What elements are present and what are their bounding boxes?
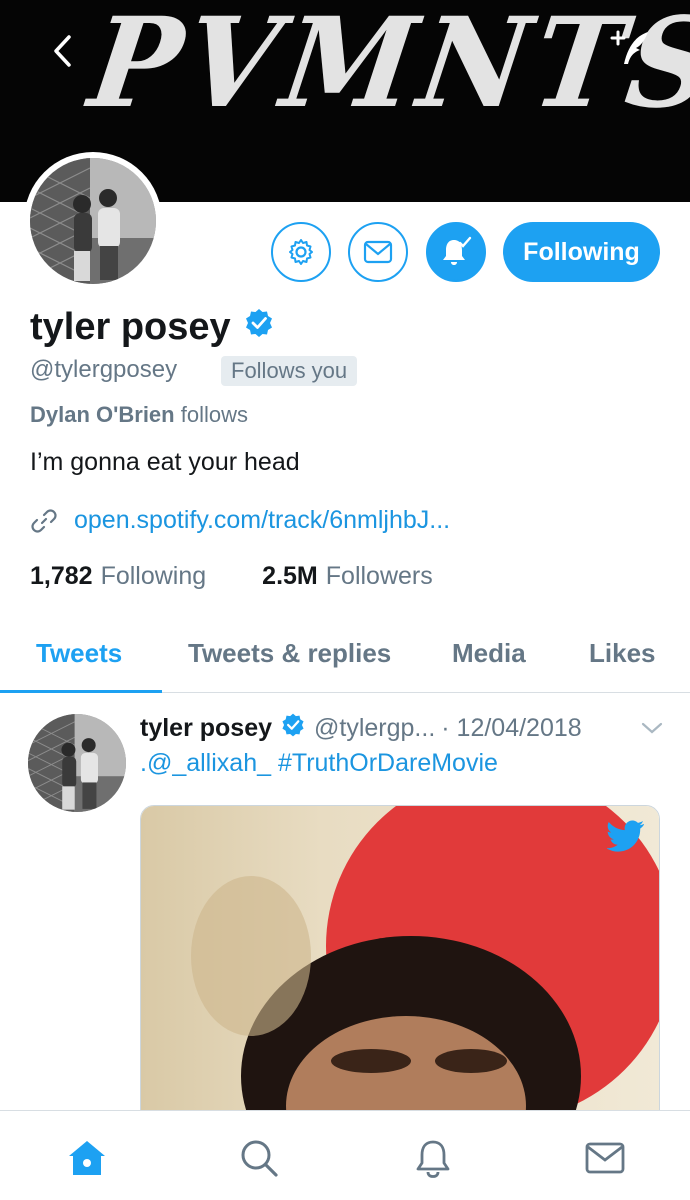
back-button[interactable] [44,26,80,76]
tab-likes[interactable]: Likes [589,638,656,669]
nav-messages[interactable] [580,1133,630,1183]
messages-icon [585,1142,625,1174]
notifications-icon [416,1140,450,1178]
search-icon [241,1140,278,1177]
bottom-navigation [0,1110,690,1200]
tweet-author-name[interactable]: tyler posey [140,714,272,743]
gear-icon [289,239,313,265]
profile-link-text[interactable]: open.spotify.com/track/6nmljhbJ... [74,506,450,535]
profile-stats: 1,782 Following 2.5M Followers [30,562,433,591]
nav-notifications[interactable] [408,1133,458,1183]
mail-icon [363,240,393,264]
followers-stat[interactable]: 2.5M Followers [262,562,433,591]
chevron-down-icon [641,722,663,734]
compose-button[interactable] [608,26,654,72]
tweet-text[interactable]: .@_allixah_ #TruthOrDareMovie [140,749,498,778]
followers-count: 2.5M [262,562,318,590]
profile-tabs: Tweets Tweets & replies Media Likes [0,620,690,693]
home-icon [69,1141,105,1175]
tab-tweets[interactable]: Tweets [36,638,122,669]
profile-avatar[interactable] [24,152,162,290]
profile-link[interactable]: open.spotify.com/track/6nmljhbJ... [30,506,450,535]
profile-handle: @tylergposey [30,356,178,383]
banner-text: PVMNTS [81,0,690,136]
twitter-bird-icon [606,820,645,857]
followers-label: Followers [325,562,433,590]
tweet-avatar[interactable] [28,714,126,812]
social-context-suffix: follows [174,402,248,427]
tweet-author-handle: @tylergp... [314,714,436,742]
following-stat[interactable]: 1,782 Following [30,562,206,591]
compose-icon [610,30,648,64]
profile-name: tyler posey [30,306,275,349]
follows-you-badge: Follows you [221,356,358,386]
message-button[interactable] [348,222,408,282]
social-context-name: Dylan O'Brien [30,402,175,427]
tab-tweets-and-replies[interactable]: Tweets & replies [188,638,391,669]
tweet-media[interactable] [140,805,660,1125]
social-context[interactable]: Dylan O'Brien follows [30,402,248,428]
following-button[interactable]: Following [503,222,660,282]
tweet-options-button[interactable] [640,720,664,741]
tweet-date: · 12/04/2018 [441,714,582,742]
settings-button[interactable] [271,222,331,282]
back-icon [54,35,71,67]
nav-home[interactable] [62,1133,112,1183]
bell-check-icon [443,236,472,265]
tab-media[interactable]: Media [452,638,526,669]
link-icon [31,508,57,533]
verified-icon [280,712,306,745]
verified-icon [243,306,275,349]
nav-search[interactable] [234,1133,284,1183]
profile-name-text: tyler posey [30,306,231,348]
notifications-toggle-button[interactable] [426,222,486,282]
tweet-header: tyler posey @tylergp... · 12/04/2018 [140,712,582,745]
following-count: 1,782 [30,562,93,590]
active-tab-indicator [0,690,162,693]
profile-bio: I’m gonna eat your head [30,448,300,476]
following-label: Following [100,562,207,590]
